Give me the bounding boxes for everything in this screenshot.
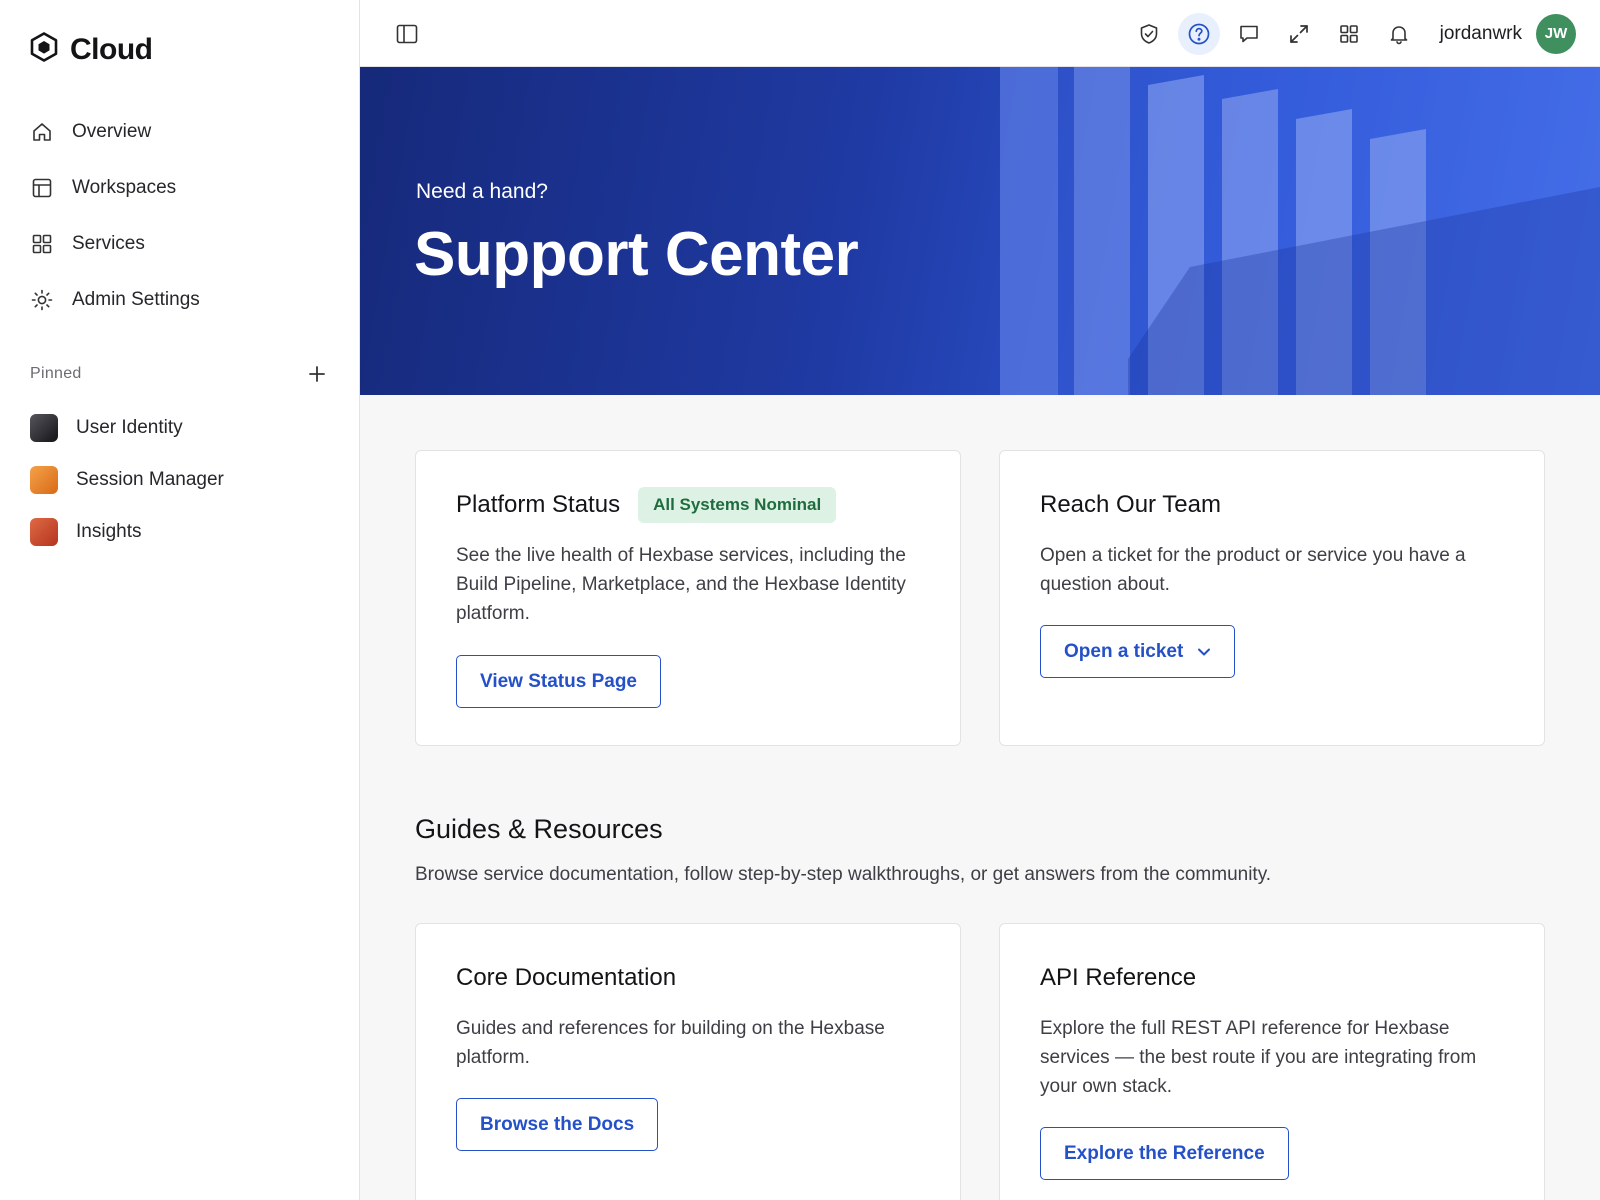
chat-icon <box>1239 25 1258 42</box>
api-reference-card: API Reference Explore the full REST API … <box>999 923 1545 1200</box>
pinned-item-session-manager[interactable]: Session Manager <box>30 454 224 506</box>
open-ticket-dropdown[interactable]: Open a ticket <box>1040 625 1236 678</box>
help-button[interactable] <box>1177 12 1220 55</box>
pinned-list: User Identity Session Manager Insights <box>30 402 224 558</box>
sidebar-item-label: Overview <box>72 121 152 142</box>
card-description: Guides and references for building on th… <box>456 1018 885 1068</box>
brand-name: Cloud <box>70 32 153 66</box>
card-description: Open a ticket for the product or service… <box>1040 545 1466 595</box>
hexagon-logo-icon <box>30 32 58 67</box>
home-icon <box>30 120 54 144</box>
status-badge: All Systems Nominal <box>638 487 837 523</box>
expand-button[interactable] <box>1278 13 1320 55</box>
sidebar-item-overview[interactable]: Overview <box>0 104 359 160</box>
chevron-down-icon <box>1198 648 1211 655</box>
add-pinned-button[interactable] <box>305 362 329 386</box>
topbar: jordanwrk JW <box>360 0 1600 67</box>
page-title: Support Center <box>414 220 859 289</box>
plus-icon <box>309 366 325 382</box>
hero-banner: Need a hand? Support Center <box>360 67 1600 395</box>
expand-icon <box>1289 24 1308 43</box>
pinned-item-user-identity[interactable]: User Identity <box>30 402 224 454</box>
core-documentation-card: Core Documentation Guides and references… <box>415 923 961 1200</box>
pinned-item-label: Session Manager <box>76 469 224 490</box>
sidebar-toggle-button[interactable] <box>394 21 420 47</box>
apps-button[interactable] <box>1328 13 1370 55</box>
gear-icon <box>30 288 54 312</box>
sidebar-item-services[interactable]: Services <box>0 216 359 272</box>
section-subtitle: Browse service documentation, follow ste… <box>415 864 1272 885</box>
reach-team-card: Reach Our Team Open a ticket for the pro… <box>999 450 1545 746</box>
shield-icon <box>1140 23 1157 44</box>
chat-button[interactable] <box>1228 13 1270 55</box>
pinned-item-label: Insights <box>76 521 142 542</box>
card-title: Platform Status <box>456 491 621 518</box>
card-description: Explore the full REST API reference for … <box>1040 1018 1477 1097</box>
pinned-title: Pinned <box>30 365 82 382</box>
card-title: API Reference <box>1040 964 1197 991</box>
service-swatch-icon <box>30 414 58 442</box>
sidebar-item-label: Workspaces <box>72 177 177 198</box>
bell-icon <box>1390 25 1407 44</box>
sidebar-nav: Overview Workspaces Services Admin Setti… <box>0 104 359 328</box>
pinned-header: Pinned <box>30 362 329 386</box>
card-title: Core Documentation <box>456 964 677 991</box>
notifications-button[interactable] <box>1378 13 1420 55</box>
help-icon <box>1188 23 1209 44</box>
security-button[interactable] <box>1128 13 1170 55</box>
sidebar-item-admin-settings[interactable]: Admin Settings <box>0 272 359 328</box>
hero-decoration <box>1000 67 1600 395</box>
view-status-page-button[interactable]: View Status Page <box>456 655 661 708</box>
layout-icon <box>30 176 54 200</box>
open-ticket-label: Open a ticket <box>1064 640 1184 662</box>
explore-reference-button[interactable]: Explore the Reference <box>1040 1127 1289 1180</box>
service-swatch-icon <box>30 518 58 546</box>
browse-docs-button[interactable]: Browse the Docs <box>456 1098 659 1151</box>
avatar[interactable]: JW <box>1536 13 1576 54</box>
sidebar-item-workspaces[interactable]: Workspaces <box>0 160 359 216</box>
grid-icon <box>30 232 54 256</box>
sidebar: Cloud Overview Workspaces Services Admin… <box>0 0 360 1200</box>
apps-icon <box>1339 24 1358 43</box>
pinned-item-insights[interactable]: Insights <box>30 506 224 558</box>
username[interactable]: jordanwrk <box>1440 23 1522 45</box>
hero-kicker: Need a hand? <box>416 180 548 203</box>
brand-logo[interactable]: Cloud <box>30 32 153 67</box>
card-title: Reach Our Team <box>1040 491 1221 518</box>
platform-status-card: Platform Status All Systems Nominal See … <box>415 450 961 746</box>
sidebar-toggle-icon <box>396 24 418 44</box>
section-title: Guides & Resources <box>415 814 663 844</box>
service-swatch-icon <box>30 466 58 494</box>
sidebar-item-label: Services <box>72 233 145 254</box>
pinned-item-label: User Identity <box>76 417 183 438</box>
card-description: See the live health of Hexbase services,… <box>456 545 906 624</box>
sidebar-item-label: Admin Settings <box>72 289 200 310</box>
topbar-actions: jordanwrk JW <box>1120 0 1600 67</box>
